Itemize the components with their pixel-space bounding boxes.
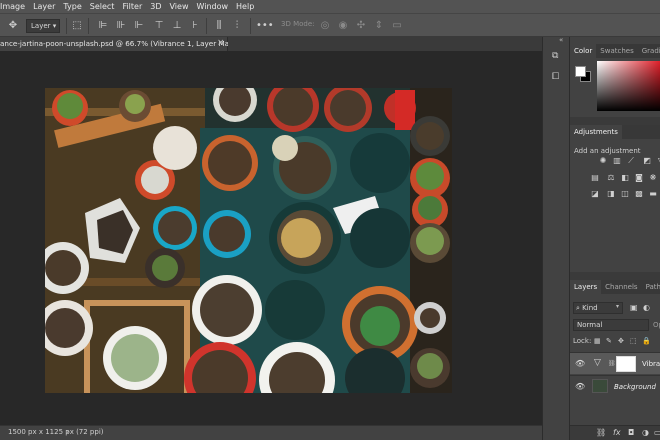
visibility-eye-icon[interactable]: 👁 xyxy=(575,359,585,368)
adjustments-panel-tabs: Adjustments xyxy=(570,125,660,139)
chevron-down-icon: ▾ xyxy=(616,303,620,310)
history-panel-icon[interactable]: ⧉ xyxy=(552,51,558,61)
align-top-icon[interactable]: ⊤ xyxy=(152,19,166,33)
adjustment-layer-icon: ▽ xyxy=(594,358,601,368)
tab-color[interactable]: Color xyxy=(570,44,597,58)
tab-paths[interactable]: Paths xyxy=(642,280,660,294)
menu-select[interactable]: Select xyxy=(90,2,115,11)
menu-image[interactable]: Image xyxy=(0,2,25,11)
blend-mode-select[interactable]: Normal xyxy=(573,319,649,331)
align-bottom-icon[interactable]: ⊦ xyxy=(188,19,202,33)
lock-artboard-icon[interactable]: ⬚ xyxy=(630,337,637,345)
tab-layers[interactable]: Layers xyxy=(570,280,602,294)
pan-3d-icon: ✣ xyxy=(356,20,366,31)
document-tab-title: ance-jartina-poon-unsplash.psd @ 66.7% (… xyxy=(0,39,247,48)
visibility-eye-icon[interactable]: 👁 xyxy=(575,382,585,391)
roll-3d-icon: ◉ xyxy=(338,20,348,31)
menu-layer[interactable]: Layer xyxy=(33,2,55,11)
selective-color-icon[interactable]: ▩ xyxy=(634,190,644,198)
layer-row-background[interactable]: 👁 Background xyxy=(570,375,660,397)
align-center-icon[interactable]: ⊪ xyxy=(114,19,128,33)
fx-icon[interactable]: fx xyxy=(613,428,621,437)
collapse-dock-icon[interactable]: « xyxy=(559,36,563,44)
tab-channels[interactable]: Channels xyxy=(601,280,641,294)
color-picker-field[interactable] xyxy=(597,61,660,111)
color-balance-icon[interactable]: ⚖ xyxy=(606,174,616,182)
lock-all-icon[interactable]: 🔒 xyxy=(642,337,651,345)
tab-gradient[interactable]: Gradient xyxy=(638,44,660,58)
filter-pixel-icon[interactable]: ▣ xyxy=(630,303,638,312)
tab-swatches[interactable]: Swatches xyxy=(596,44,637,58)
layer-thumbnail[interactable] xyxy=(592,379,608,393)
menu-3d[interactable]: 3D xyxy=(150,2,161,11)
close-tab-icon[interactable]: × xyxy=(217,38,225,48)
distribute-2-icon[interactable]: ⫶ xyxy=(230,19,244,33)
align-middle-icon[interactable]: ⊥ xyxy=(170,19,184,33)
lock-transparent-icon[interactable]: ▦ xyxy=(594,337,601,345)
menu-window[interactable]: Window xyxy=(196,2,228,11)
group-icon[interactable]: ▭ xyxy=(654,428,660,437)
foreground-color-swatch[interactable] xyxy=(575,66,586,77)
tab-bar xyxy=(228,37,542,51)
adjustments-title: Add an adjustment xyxy=(574,147,641,155)
transform-controls-icon[interactable]: ⬚ xyxy=(70,19,84,33)
gradient-map-icon[interactable]: ▬ xyxy=(648,190,658,198)
move-tool-icon[interactable]: ✥ xyxy=(6,19,20,33)
brightness-icon[interactable]: ✺ xyxy=(598,157,608,165)
exposure-icon[interactable]: ◩ xyxy=(642,157,652,165)
menu-filter[interactable]: Filter xyxy=(122,2,142,11)
hue-saturation-icon[interactable]: ▤ xyxy=(590,174,600,182)
layer-row-vibrance[interactable]: 👁 ▽ ⛓ Vibra xyxy=(570,352,660,374)
align-left-icon[interactable]: ⊫ xyxy=(96,19,110,33)
menu-view[interactable]: View xyxy=(170,2,189,11)
panel-dock: « ⧉ ⧠ xyxy=(542,36,570,440)
lock-position-icon[interactable]: ✥ xyxy=(618,337,624,345)
menu-bar: Image Layer Type Select Filter 3D View W… xyxy=(0,0,660,13)
black-white-icon[interactable]: ◧ xyxy=(620,174,630,182)
tab-adjustments[interactable]: Adjustments xyxy=(570,125,622,139)
levels-icon[interactable]: ▥ xyxy=(612,157,622,165)
invert-icon[interactable]: ◪ xyxy=(590,190,600,198)
layer-mask-thumbnail[interactable] xyxy=(616,356,636,372)
mask-link-icon[interactable]: ⛓ xyxy=(608,360,616,367)
mask-icon[interactable]: ◘ xyxy=(628,428,634,437)
curves-icon[interactable]: ⟋ xyxy=(626,157,636,165)
photo-filter-icon[interactable]: ◙ xyxy=(634,174,644,182)
channel-mixer-icon[interactable]: ❋ xyxy=(648,174,658,182)
menu-type[interactable]: Type xyxy=(63,2,81,11)
auto-select-dropdown[interactable]: Layer ▾ xyxy=(26,19,60,33)
cactus-photo xyxy=(45,88,452,393)
color-panel-tabs: Color Swatches Gradient xyxy=(570,44,660,58)
status-menu-arrow[interactable]: › xyxy=(66,427,69,436)
options-bar: ✥ Layer ▾ ⬚ ⊫ ⊪ ⊩ ⊤ ⊥ ⊦ ⫼ ⫶ ••• 3D Mode:… xyxy=(0,13,660,37)
properties-panel-icon[interactable]: ⧠ xyxy=(552,72,559,82)
slide-3d-icon: ⇕ xyxy=(374,20,384,31)
align-right-icon[interactable]: ⊩ xyxy=(132,19,146,33)
lock-label: Lock: xyxy=(573,337,592,345)
mode-3d-label: 3D Mode: xyxy=(281,20,315,28)
orbit-3d-icon: ◎ xyxy=(320,20,330,31)
scale-3d-icon: ▭ xyxy=(392,20,402,31)
distribute-icon[interactable]: ⫼ xyxy=(212,19,226,33)
panel-divider xyxy=(570,117,660,125)
lock-pixels-icon[interactable]: ✎ xyxy=(606,337,612,345)
link-icon[interactable]: ⛓ xyxy=(596,428,606,437)
layers-panel-tabs: Layers Channels Paths xyxy=(570,280,660,294)
document-dimensions: 1500 px x 1125 px (72 ppi) xyxy=(8,428,104,436)
opacity-label: Op xyxy=(653,321,660,329)
threshold-icon[interactable]: ◫ xyxy=(620,190,630,198)
layer-name[interactable]: Vibra xyxy=(642,360,660,368)
posterize-icon[interactable]: ◨ xyxy=(606,190,616,198)
document-canvas-image[interactable] xyxy=(45,88,452,393)
menu-help[interactable]: Help xyxy=(236,2,254,11)
adjustment-icon[interactable]: ◑ xyxy=(642,428,649,437)
more-options-icon[interactable]: ••• xyxy=(256,19,274,33)
panel-divider-2 xyxy=(570,272,660,280)
vibrance-icon[interactable]: ▽ xyxy=(656,157,660,165)
layer-name[interactable]: Background xyxy=(614,383,656,391)
filter-adjustment-icon[interactable]: ◐ xyxy=(643,303,650,312)
